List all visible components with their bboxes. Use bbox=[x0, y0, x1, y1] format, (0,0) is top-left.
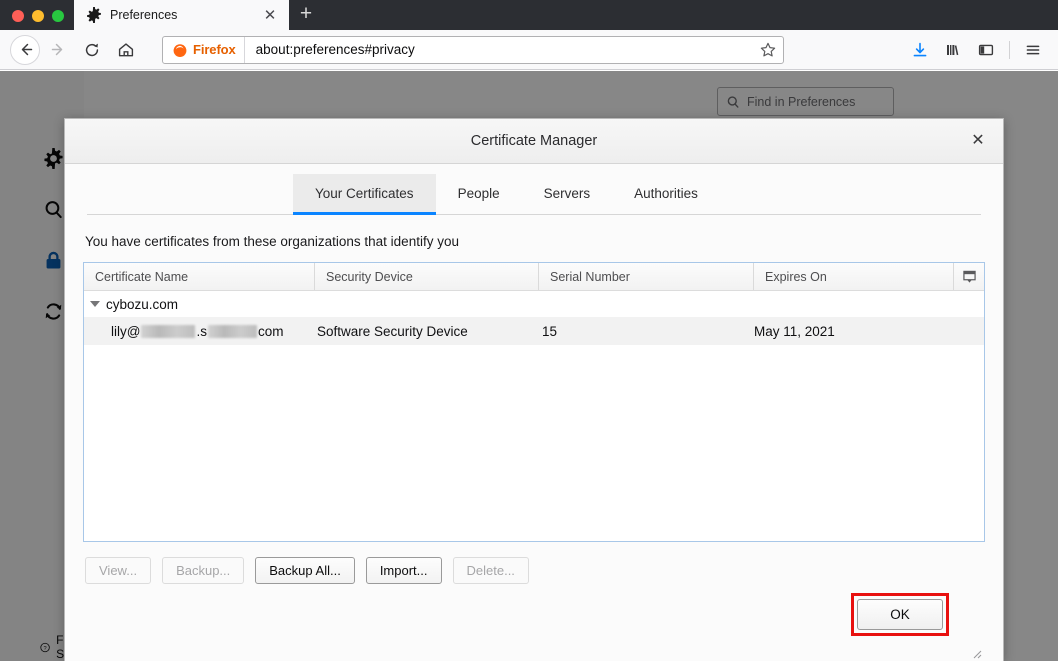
table-row[interactable]: lily@ .s com Software Security Device 15 M… bbox=[84, 317, 984, 345]
close-icon[interactable]: ✕ bbox=[261, 6, 279, 24]
tab-people[interactable]: People bbox=[436, 174, 522, 215]
certificate-manager-dialog: Certificate Manager ✕ Your Certificates … bbox=[64, 118, 1004, 661]
identity-box[interactable]: Firefox bbox=[163, 36, 245, 63]
tab-servers[interactable]: Servers bbox=[522, 174, 613, 215]
column-header-security-device[interactable]: Security Device bbox=[315, 263, 539, 290]
navigation-toolbar: Firefox about:preferences#privacy bbox=[0, 30, 1058, 70]
redaction-block bbox=[207, 324, 257, 338]
dialog-title: Certificate Manager bbox=[470, 133, 598, 149]
downloads-icon[interactable] bbox=[905, 35, 935, 65]
column-header-certificate-name[interactable]: Certificate Name bbox=[84, 263, 315, 290]
view-button[interactable]: View... bbox=[85, 557, 152, 584]
tabs-spacer bbox=[87, 173, 293, 214]
close-window-button[interactable] bbox=[12, 10, 24, 22]
back-arrow-icon[interactable] bbox=[10, 34, 40, 65]
tab-authorities[interactable]: Authorities bbox=[612, 174, 720, 215]
certificate-name-prefix: lily@ bbox=[111, 323, 141, 339]
tree-group-cybozu-com[interactable]: cybozu.com bbox=[84, 291, 984, 317]
certificates-tree[interactable]: Certificate Name Security Device Serial … bbox=[83, 262, 985, 542]
star-icon[interactable] bbox=[759, 41, 777, 59]
dialog-action-buttons: View... Backup... Backup All... Import..… bbox=[83, 542, 985, 584]
gear-icon bbox=[86, 7, 102, 23]
import-button[interactable]: Import... bbox=[365, 557, 442, 584]
dialog-tabs: Your Certificates People Servers Authori… bbox=[87, 164, 981, 215]
backup-all-button[interactable]: Backup All... bbox=[255, 557, 355, 584]
tab-your-certificates[interactable]: Your Certificates bbox=[293, 174, 436, 215]
home-icon[interactable] bbox=[110, 34, 142, 66]
tree-group-label: cybozu.com bbox=[106, 296, 179, 312]
delete-button[interactable]: Delete... bbox=[452, 557, 529, 584]
certificate-name-suffix: com bbox=[257, 323, 284, 339]
column-header-expires-on[interactable]: Expires On bbox=[754, 263, 954, 290]
tab-title: Preferences bbox=[110, 8, 178, 22]
window-controls bbox=[0, 10, 74, 30]
forward-arrow-icon bbox=[42, 34, 74, 66]
resize-grip[interactable] bbox=[969, 646, 982, 659]
chevron-down-icon[interactable] bbox=[90, 301, 100, 307]
tab-strip: Preferences ✕ + bbox=[0, 0, 1058, 30]
url-bar[interactable]: Firefox about:preferences#privacy bbox=[162, 35, 784, 64]
toolbar-buttons bbox=[905, 35, 1048, 65]
dialog-description: You have certificates from these organiz… bbox=[85, 234, 459, 249]
new-tab-button[interactable]: + bbox=[289, 0, 323, 30]
toolbar-divider bbox=[1009, 40, 1010, 59]
cell-expires-on: May 11, 2021 bbox=[754, 323, 835, 339]
menu-icon[interactable] bbox=[1018, 35, 1048, 65]
table-header-row: Certificate Name Security Device Serial … bbox=[84, 263, 984, 291]
backup-button[interactable]: Backup... bbox=[162, 557, 245, 584]
cell-serial-number: 15 bbox=[542, 323, 558, 339]
certificate-name-middle: .s bbox=[196, 323, 207, 339]
firefox-logo-icon bbox=[173, 43, 187, 57]
dialog-body: Your Certificates People Servers Authori… bbox=[65, 164, 1003, 661]
redaction-block bbox=[141, 324, 196, 338]
close-icon[interactable]: ✕ bbox=[965, 128, 991, 154]
column-picker-icon[interactable] bbox=[954, 263, 984, 290]
browser-window: Preferences ✕ + Firefox about:preference… bbox=[0, 0, 1058, 661]
dialog-titlebar: Certificate Manager ✕ bbox=[65, 119, 1003, 164]
sidebar-icon[interactable] bbox=[971, 35, 1001, 65]
cell-certificate-name: lily@ .s com bbox=[84, 317, 315, 345]
zoom-window-button[interactable] bbox=[52, 10, 64, 22]
reload-icon[interactable] bbox=[76, 34, 108, 66]
minimize-window-button[interactable] bbox=[32, 10, 44, 22]
library-icon[interactable] bbox=[938, 35, 968, 65]
url-text[interactable]: about:preferences#privacy bbox=[245, 42, 759, 57]
ok-button-highlight: OK bbox=[851, 593, 949, 636]
dialog-footer: OK bbox=[83, 584, 985, 661]
identity-label: Firefox bbox=[193, 42, 236, 57]
ok-button[interactable]: OK bbox=[857, 599, 943, 630]
column-header-serial-number[interactable]: Serial Number bbox=[539, 263, 754, 290]
browser-tab-preferences[interactable]: Preferences ✕ bbox=[74, 0, 289, 30]
cell-security-device: Software Security Device bbox=[317, 323, 468, 339]
